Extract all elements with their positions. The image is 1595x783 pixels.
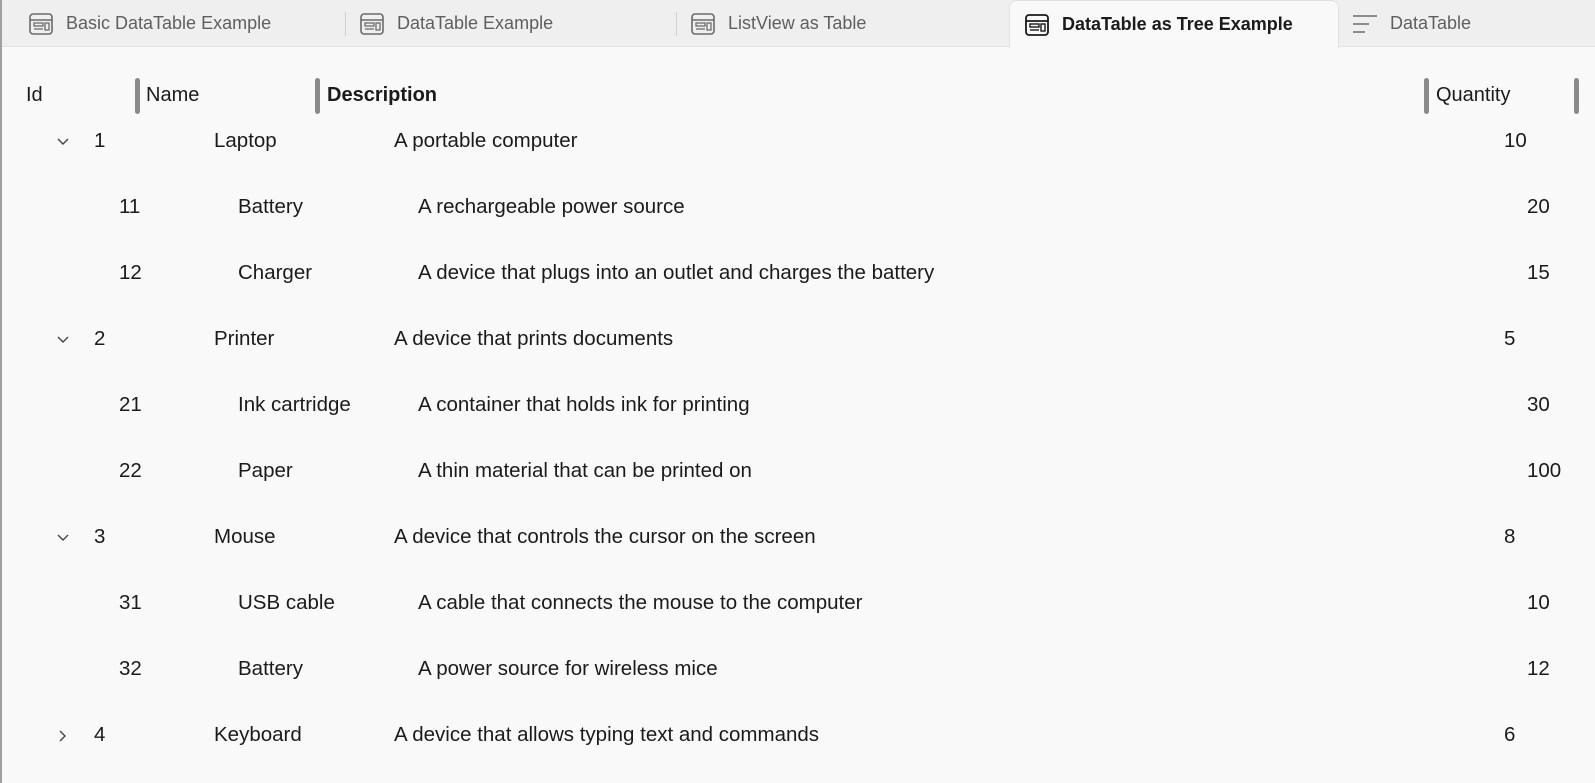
table-layout-icon xyxy=(690,12,716,36)
table-layout-icon xyxy=(1024,13,1050,37)
cell-id: 22 xyxy=(119,459,142,482)
column-header-name[interactable]: Name xyxy=(146,84,199,107)
table-row[interactable]: 1 Laptop A portable computer 10 xyxy=(2,111,1595,177)
table-row[interactable]: 11 Battery A rechargeable power source 2… xyxy=(2,177,1595,243)
cell-quantity: 5 xyxy=(1504,327,1516,350)
cell-quantity: 10 xyxy=(1527,591,1550,614)
table-row[interactable]: 22 Paper A thin material that can be pri… xyxy=(2,441,1595,507)
tab-label: DataTable Example xyxy=(397,13,554,33)
cell-quantity: 10 xyxy=(1504,129,1527,152)
cell-description: A power source for wireless mice xyxy=(418,657,718,680)
cell-quantity: 8 xyxy=(1504,525,1516,548)
cell-description: A thin material that can be printed on xyxy=(418,459,752,482)
tab-strip: Basic DataTable Example DataTable Exampl… xyxy=(2,0,1595,48)
cell-quantity: 6 xyxy=(1504,723,1516,746)
tab-datatable-as-tree-example[interactable]: DataTable as Tree Example xyxy=(1009,0,1339,48)
cell-name: Charger xyxy=(238,261,313,284)
chevron-down-icon[interactable] xyxy=(54,529,72,547)
table-layout-icon xyxy=(359,12,385,36)
cell-name: Laptop xyxy=(214,129,277,152)
cell-description: A cable that connects the mouse to the c… xyxy=(418,591,863,614)
column-resize-handle[interactable] xyxy=(1424,78,1429,114)
cell-id: 21 xyxy=(119,393,142,416)
tab-datatable[interactable]: DataTable xyxy=(1329,0,1595,47)
column-resize-handle[interactable] xyxy=(315,78,320,114)
table-row[interactable]: 31 USB cable A cable that connects the m… xyxy=(2,573,1595,639)
cell-name: Mouse xyxy=(214,525,276,548)
column-header-description[interactable]: Description xyxy=(327,84,437,107)
cell-description: A device that controls the cursor on the… xyxy=(394,525,816,548)
cell-id: 2 xyxy=(94,327,106,350)
column-resize-handle[interactable] xyxy=(1574,78,1579,114)
column-header-id[interactable]: Id xyxy=(26,84,43,107)
tab-label: DataTable xyxy=(1390,13,1472,33)
table-row[interactable]: 32 Battery A power source for wireless m… xyxy=(2,639,1595,705)
column-resize-handle[interactable] xyxy=(135,78,140,114)
tab-listview-as-table[interactable]: ListView as Table xyxy=(666,0,1000,47)
cell-name: Battery xyxy=(238,657,303,680)
cell-id: 1 xyxy=(94,129,106,152)
cell-id: 31 xyxy=(119,591,142,614)
tab-label: Basic DataTable Example xyxy=(66,13,272,33)
cell-quantity: 15 xyxy=(1527,261,1550,284)
cell-description: A portable computer xyxy=(394,129,578,152)
cell-id: 4 xyxy=(94,723,106,746)
cell-name: Printer xyxy=(214,327,275,350)
tab-basic-datatable-example[interactable]: Basic DataTable Example xyxy=(4,0,338,47)
cell-id: 3 xyxy=(94,525,106,548)
app-window: Basic DataTable Example DataTable Exampl… xyxy=(0,0,1595,783)
cell-name: Battery xyxy=(238,195,303,218)
lines-icon xyxy=(1352,12,1378,36)
cell-name: Ink cartridge xyxy=(238,393,351,416)
cell-description: A rechargeable power source xyxy=(418,195,685,218)
table-row[interactable]: 2 Printer A device that prints documents… xyxy=(2,309,1595,375)
chevron-down-icon[interactable] xyxy=(54,133,72,151)
table-layout-icon xyxy=(28,12,54,36)
table-row[interactable]: 4 Keyboard A device that allows typing t… xyxy=(2,705,1595,771)
cell-description: A device that prints documents xyxy=(394,327,674,350)
cell-id: 12 xyxy=(119,261,142,284)
column-header-quantity[interactable]: Quantity xyxy=(1436,84,1510,107)
cell-quantity: 30 xyxy=(1527,393,1550,416)
chevron-right-icon[interactable] xyxy=(54,727,72,745)
chevron-down-icon[interactable] xyxy=(54,331,72,349)
cell-description: A container that holds ink for printing xyxy=(418,393,750,416)
table-row[interactable]: 12 Charger A device that plugs into an o… xyxy=(2,243,1595,309)
cell-name: Keyboard xyxy=(214,723,302,746)
cell-description: A device that allows typing text and com… xyxy=(394,723,820,746)
cell-name: Paper xyxy=(238,459,293,482)
table-row[interactable]: 21 Ink cartridge A container that holds … xyxy=(2,375,1595,441)
cell-quantity: 12 xyxy=(1527,657,1550,680)
tab-datatable-example[interactable]: DataTable Example xyxy=(335,0,669,47)
cell-id: 32 xyxy=(119,657,142,680)
tab-label: ListView as Table xyxy=(728,13,867,33)
table-row[interactable]: 3 Mouse A device that controls the curso… xyxy=(2,507,1595,573)
cell-id: 11 xyxy=(119,195,141,218)
cell-name: USB cable xyxy=(238,591,335,614)
cell-description: A device that plugs into an outlet and c… xyxy=(418,261,935,284)
cell-quantity: 20 xyxy=(1527,195,1550,218)
cell-quantity: 100 xyxy=(1527,459,1562,482)
tab-label: DataTable as Tree Example xyxy=(1062,14,1293,34)
